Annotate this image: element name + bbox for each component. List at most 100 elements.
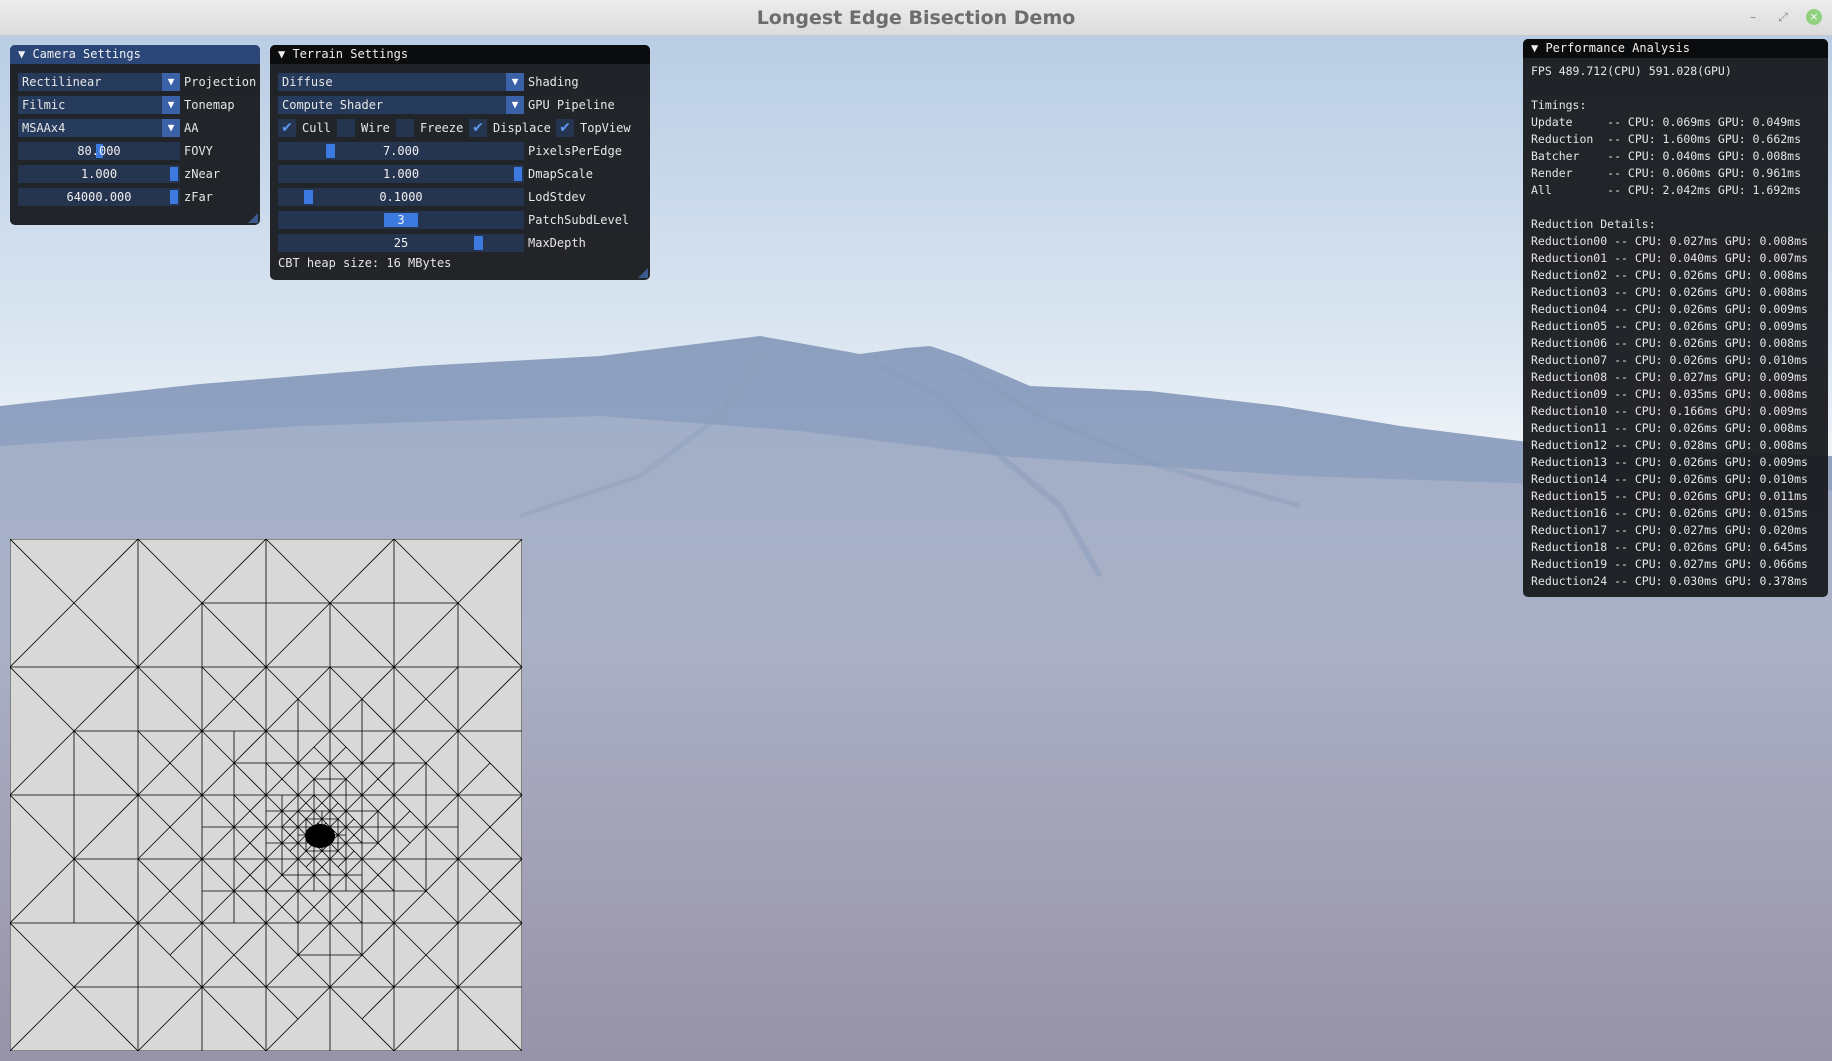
shading-combo[interactable]: Diffuse ▼: [278, 73, 524, 91]
dmap-scale-label: DmapScale: [528, 167, 594, 181]
fovy-slider[interactable]: 80.000: [18, 142, 180, 160]
topview-label: TopView: [580, 121, 631, 135]
pixels-per-edge-slider[interactable]: 7.000: [278, 142, 524, 160]
fps-readout: FPS 489.712(CPU) 591.028(GPU): [1531, 64, 1732, 78]
max-depth-label: MaxDepth: [528, 236, 586, 250]
topview-subdivision-map: [9, 538, 523, 1052]
chevron-down-icon[interactable]: ▼: [506, 73, 524, 91]
reduction-row: Reduction15 -- CPU: 0.026ms GPU: 0.011ms: [1531, 489, 1808, 503]
reduction-details-header: Reduction Details:: [1531, 217, 1656, 231]
resize-grip[interactable]: [248, 213, 258, 223]
reduction-row: Reduction18 -- CPU: 0.026ms GPU: 0.645ms: [1531, 540, 1808, 554]
terrain-settings-panel[interactable]: ▼ Terrain Settings Diffuse ▼ Shading Comp…: [270, 45, 650, 280]
gpu-pipeline-label: GPU Pipeline: [528, 98, 615, 112]
window-titlebar[interactable]: Longest Edge Bisection Demo – ⤢ ×: [0, 0, 1832, 36]
projection-label: Projection: [184, 75, 257, 89]
aa-combo[interactable]: MSAAx4 ▼: [18, 119, 180, 137]
lod-stdev-slider[interactable]: 0.1000: [278, 188, 524, 206]
checkmark-icon: ✔: [281, 120, 293, 136]
mesh-edges: [9, 538, 523, 1052]
gpu-pipeline-value: Compute Shader: [282, 98, 384, 112]
reduction-row: Reduction05 -- CPU: 0.026ms GPU: 0.009ms: [1531, 319, 1808, 333]
tonemap-combo[interactable]: Filmic ▼: [18, 96, 180, 114]
reduction-row: Reduction11 -- CPU: 0.026ms GPU: 0.008ms: [1531, 421, 1808, 435]
projection-combo[interactable]: Rectilinear ▼: [18, 73, 180, 91]
freeze-label: Freeze: [420, 121, 464, 135]
znear-value: 1.000: [80, 167, 118, 181]
cbt-heap-size-text: CBT heap size: 16 MBytes: [278, 256, 452, 270]
timing-row: All -- CPU: 2.042ms GPU: 1.692ms: [1531, 183, 1802, 197]
chevron-down-icon[interactable]: ▼: [506, 96, 524, 114]
fovy-label: FOVY: [184, 144, 213, 158]
chevron-down-icon[interactable]: ▼: [162, 73, 180, 91]
close-icon[interactable]: ×: [1806, 9, 1822, 25]
tonemap-value: Filmic: [22, 98, 66, 112]
reduction-row: Reduction24 -- CPU: 0.030ms GPU: 0.378ms: [1531, 574, 1808, 588]
reduction-row: Reduction00 -- CPU: 0.027ms GPU: 0.008ms: [1531, 234, 1808, 248]
patch-subd-level-slider[interactable]: 3: [278, 211, 524, 229]
restore-icon[interactable]: ⤢: [1775, 9, 1791, 25]
checkmark-icon: ✔: [472, 120, 484, 136]
lod-stdev-label: LodStdev: [528, 190, 586, 204]
reduction-row: Reduction03 -- CPU: 0.026ms GPU: 0.008ms: [1531, 285, 1808, 299]
timing-row: Update -- CPU: 0.069ms GPU: 0.049ms: [1531, 115, 1802, 129]
zfar-slider[interactable]: 64000.000: [18, 188, 180, 206]
aa-label: AA: [184, 121, 199, 135]
terrain-settings-title: Terrain Settings: [292, 47, 409, 61]
zfar-value: 64000.000: [66, 190, 132, 204]
patch-subd-level-label: PatchSubdLevel: [528, 213, 630, 227]
dmap-scale-slider[interactable]: 1.000: [278, 165, 524, 183]
pixels-per-edge-value: 7.000: [382, 144, 420, 158]
reduction-row: Reduction06 -- CPU: 0.026ms GPU: 0.008ms: [1531, 336, 1808, 350]
performance-analysis-title: Performance Analysis: [1545, 41, 1690, 55]
timing-row: Render -- CPU: 0.060ms GPU: 0.961ms: [1531, 166, 1802, 180]
timings-header: Timings:: [1531, 98, 1587, 112]
subdivision-mesh: [9, 538, 523, 1052]
minimize-icon[interactable]: –: [1745, 9, 1761, 25]
znear-slider[interactable]: 1.000: [18, 165, 180, 183]
patch-subd-level-value: 3: [397, 213, 405, 227]
reduction-row: Reduction19 -- CPU: 0.027ms GPU: 0.066ms: [1531, 557, 1808, 571]
reduction-row: Reduction10 -- CPU: 0.166ms GPU: 0.009ms: [1531, 404, 1808, 418]
gpu-pipeline-combo[interactable]: Compute Shader ▼: [278, 96, 524, 114]
reduction-row: Reduction07 -- CPU: 0.026ms GPU: 0.010ms: [1531, 353, 1808, 367]
projection-value: Rectilinear: [22, 75, 102, 89]
reduction-row: Reduction04 -- CPU: 0.026ms GPU: 0.009ms: [1531, 302, 1808, 316]
cull-label: Cull: [302, 121, 331, 135]
chevron-down-icon[interactable]: ▼: [162, 96, 180, 114]
camera-settings-header[interactable]: ▼ Camera Settings: [10, 45, 260, 64]
terrain-settings-header[interactable]: ▼ Terrain Settings: [270, 45, 650, 64]
timing-row: Batcher -- CPU: 0.040ms GPU: 0.008ms: [1531, 149, 1802, 163]
reduction-row: Reduction08 -- CPU: 0.027ms GPU: 0.009ms: [1531, 370, 1808, 384]
reduction-row: Reduction13 -- CPU: 0.026ms GPU: 0.009ms: [1531, 455, 1808, 469]
tonemap-label: Tonemap: [184, 98, 235, 112]
reduction-row: Reduction01 -- CPU: 0.040ms GPU: 0.007ms: [1531, 251, 1808, 265]
reduction-row: Reduction16 -- CPU: 0.026ms GPU: 0.015ms: [1531, 506, 1808, 520]
timing-row: Reduction -- CPU: 1.600ms GPU: 0.662ms: [1531, 132, 1802, 146]
max-depth-slider[interactable]: 25: [278, 234, 524, 252]
reduction-row: Reduction09 -- CPU: 0.035ms GPU: 0.008ms: [1531, 387, 1808, 401]
reduction-row: Reduction14 -- CPU: 0.026ms GPU: 0.010ms: [1531, 472, 1808, 486]
shading-value: Diffuse: [282, 75, 333, 89]
performance-analysis-panel[interactable]: ▼ Performance Analysis FPS 489.712(CPU) …: [1523, 39, 1828, 597]
max-depth-value: 25: [393, 236, 409, 250]
dmap-scale-value: 1.000: [382, 167, 420, 181]
aa-value: MSAAx4: [22, 121, 66, 135]
reduction-row: Reduction02 -- CPU: 0.026ms GPU: 0.008ms: [1531, 268, 1808, 282]
performance-analysis-header[interactable]: ▼ Performance Analysis: [1523, 39, 1828, 58]
camera-settings-panel[interactable]: ▼ Camera Settings Rectilinear ▼ Projectio…: [10, 45, 260, 225]
displace-label: Displace: [493, 121, 551, 135]
camera-focus-region: [305, 824, 335, 848]
reduction-row: Reduction12 -- CPU: 0.028ms GPU: 0.008ms: [1531, 438, 1808, 452]
reduction-row: Reduction17 -- CPU: 0.027ms GPU: 0.020ms: [1531, 523, 1808, 537]
fovy-value: 80.000: [77, 144, 121, 158]
shading-label: Shading: [528, 75, 579, 89]
wire-label: Wire: [361, 121, 390, 135]
pixels-per-edge-label: PixelsPerEdge: [528, 144, 622, 158]
resize-grip[interactable]: [638, 268, 648, 278]
zfar-label: zFar: [184, 190, 213, 204]
lod-stdev-value: 0.1000: [379, 190, 423, 204]
window-title: Longest Edge Bisection Demo: [756, 7, 1076, 29]
znear-label: zNear: [184, 167, 221, 181]
chevron-down-icon[interactable]: ▼: [162, 119, 180, 137]
